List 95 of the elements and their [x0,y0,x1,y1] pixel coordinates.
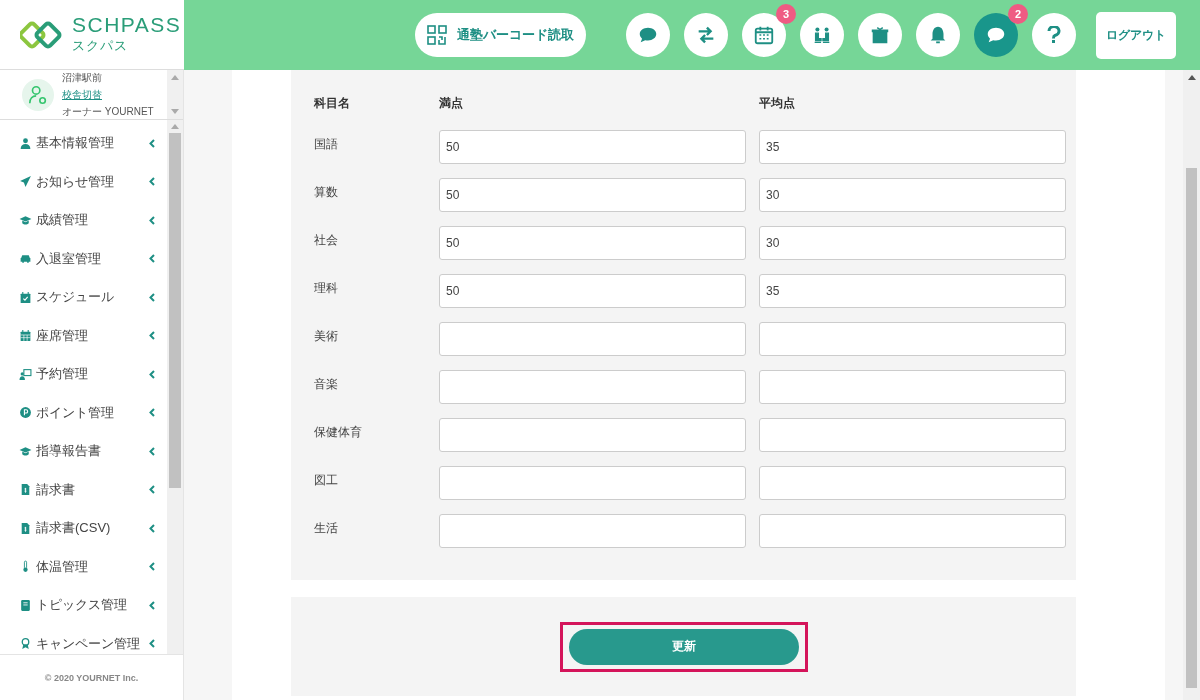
chevron-left-icon [149,254,155,264]
logo-icon [20,19,62,50]
sidebar-item[interactable]: 体温管理 [0,547,167,586]
sidebar-item[interactable]: 請求書(CSV) [0,509,167,548]
full-score-field[interactable] [439,418,746,452]
average-score-field[interactable] [759,466,1066,500]
sidebar-item[interactable]: 座席管理 [0,316,167,355]
sidebar-item[interactable]: 基本情報管理 [0,124,167,163]
book-icon [19,598,32,612]
sidebar-item[interactable]: お知らせ管理 [0,162,167,201]
sidebar-item[interactable]: 予約管理 [0,355,167,394]
notification-badge: 3 [776,4,796,24]
average-score-field[interactable] [759,418,1066,452]
chevron-left-icon [149,562,155,572]
subject-name: 社会 [314,232,339,249]
letter-p-circle-icon [19,406,32,420]
barcode-scan-button[interactable]: 通塾バーコード読取 [415,13,586,57]
toolbar-icon-button[interactable] [800,13,844,57]
toolbar-icon-button[interactable] [858,13,902,57]
car-icon [19,252,32,266]
paper-plane-icon [19,175,32,189]
toolbar-icon-button[interactable] [916,13,960,57]
full-score-field[interactable]: 50 [439,178,746,212]
sidebar-item[interactable]: 入退室管理 [0,239,167,278]
subject-name: 生活 [314,520,339,537]
toolbar-icon-button[interactable] [684,13,728,57]
chevron-left-icon [149,138,155,148]
sidebar-item[interactable]: ポイント管理 [0,393,167,432]
sidebar-item[interactable]: 成績管理 [0,201,167,240]
school-name: 沼津駅前 [62,70,103,85]
graduation-cap-icon [19,213,32,227]
owner-name: オーナー YOURNET [62,104,154,119]
average-score-field[interactable]: 35 [759,274,1066,308]
subject-name: 美術 [314,328,339,345]
full-score-field[interactable] [439,370,746,404]
logo-name: SCHPASS [72,14,182,35]
chevron-left-icon [149,292,155,302]
toolbar-icon-button[interactable] [626,13,670,57]
award-ribbon-icon [19,637,32,651]
full-score-field[interactable]: 50 [439,130,746,164]
person-icon [19,136,32,150]
scrollbar[interactable] [167,120,183,654]
average-score-field[interactable] [759,514,1066,548]
presenter-board-icon [19,367,32,381]
full-score-field[interactable] [439,514,746,548]
chevron-left-icon [149,639,155,649]
column-header: 満点 [439,95,464,112]
gift-box-icon [869,24,891,46]
subject-name: 理科 [314,280,339,297]
subject-name: 保健体育 [314,424,363,441]
average-score-field[interactable]: 30 [759,178,1066,212]
chevron-left-icon [149,369,155,379]
sidebar-item[interactable]: スケジュール [0,278,167,317]
calendar-icon [753,24,775,46]
chevron-left-icon [149,600,155,610]
full-score-field[interactable]: 50 [439,226,746,260]
average-score-field[interactable] [759,322,1066,356]
column-header: 科目名 [314,95,351,112]
full-score-field[interactable]: 50 [439,274,746,308]
scrollbar[interactable] [1183,70,1200,700]
switch-school-link[interactable]: 校舎切替 [62,87,154,102]
subject-name: 音楽 [314,376,339,393]
average-score-field[interactable] [759,370,1066,404]
chevron-left-icon [149,485,155,495]
document-icon [19,521,32,535]
graduation-cap-icon [19,444,32,458]
calendar-icon [19,329,32,343]
full-score-field[interactable] [439,466,746,500]
chevron-left-icon [149,408,155,418]
help-button[interactable] [1032,13,1076,57]
sidebar-item[interactable]: 指導報告書 [0,432,167,471]
subject-name: 国語 [314,136,339,153]
logo-subtitle: スクパス [72,37,129,55]
chevron-left-icon [149,523,155,533]
logout-button[interactable]: ログアウト [1096,11,1176,59]
document-icon [19,483,32,497]
qr-code-icon [427,25,447,45]
sidebar-item[interactable]: キャンペーン管理 [0,624,167,654]
chevron-left-icon [149,215,155,225]
average-score-field[interactable]: 30 [759,226,1066,260]
scrollbar[interactable] [167,70,183,119]
average-score-field[interactable]: 35 [759,130,1066,164]
full-score-field[interactable] [439,322,746,356]
subject-name: 算数 [314,184,339,201]
column-header: 平均点 [759,95,796,112]
copyright-text: © 2020 YOURNET Inc. [0,654,183,700]
chevron-left-icon [149,177,155,187]
question-mark-icon [1047,26,1061,44]
notification-badge: 2 [1008,4,1028,24]
sidebar-item[interactable]: トピックス管理 [0,586,167,625]
sidebar-item[interactable]: 請求書 [0,470,167,509]
chevron-left-icon [149,446,155,456]
subject-name: 図工 [314,472,339,489]
calendar-check-icon [19,290,32,304]
chevron-left-icon [149,331,155,341]
